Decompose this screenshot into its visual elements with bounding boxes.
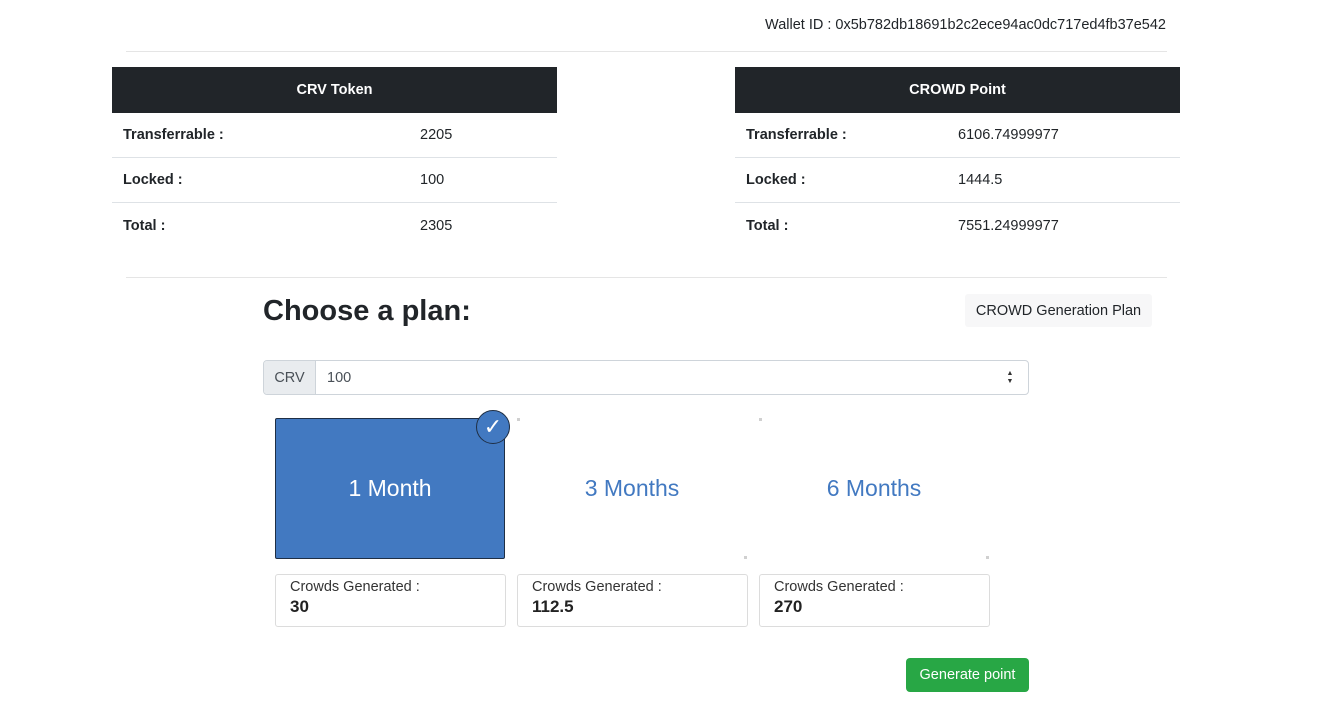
table-row: Transferrable : 2205 bbox=[112, 113, 557, 158]
page-title: Choose a plan: bbox=[263, 295, 471, 327]
row-label: Locked : bbox=[746, 172, 806, 188]
row-label: Locked : bbox=[123, 172, 183, 188]
crv-token-table: CRV Token Transferrable : 2205 Locked : … bbox=[112, 67, 557, 248]
row-label: Transferrable : bbox=[123, 127, 224, 143]
crv-amount-input[interactable] bbox=[316, 361, 1002, 394]
row-label: Transferrable : bbox=[746, 127, 847, 143]
row-value: 7551.24999977 bbox=[958, 217, 1059, 234]
crowds-generated-label: Crowds Generated : bbox=[532, 579, 662, 595]
row-value: 1444.5 bbox=[958, 172, 1003, 188]
crowd-point-table: CROWD Point Transferrable : 6106.7499997… bbox=[735, 67, 1180, 248]
divider bbox=[126, 51, 1167, 52]
input-prefix: CRV bbox=[264, 361, 316, 394]
table-header: CRV Token bbox=[112, 67, 557, 113]
table-row: Locked : 100 bbox=[112, 158, 557, 203]
crowds-generated-box: Crowds Generated : 270 bbox=[759, 574, 990, 627]
divider bbox=[126, 277, 1167, 278]
table-row: Total : 7551.24999977 bbox=[735, 203, 1180, 248]
plan-option-3-months[interactable]: 3 Months bbox=[517, 418, 747, 559]
number-stepper[interactable]: ▲ ▼ bbox=[1002, 361, 1018, 394]
plan-option-6-months[interactable]: 6 Months bbox=[759, 418, 989, 559]
row-value: 2305 bbox=[420, 217, 453, 234]
wallet-id: Wallet ID : 0x5b782db18691b2c2ece94ac0dc… bbox=[765, 17, 1166, 33]
check-icon: ✓ bbox=[476, 410, 510, 444]
crowds-generated-box: Crowds Generated : 112.5 bbox=[517, 574, 748, 627]
row-value: 100 bbox=[420, 172, 445, 188]
row-value: 6106.74999977 bbox=[958, 127, 1059, 143]
crowds-generated-value: 30 bbox=[290, 597, 309, 616]
crowds-generated-label: Crowds Generated : bbox=[774, 579, 904, 595]
row-label: Total : bbox=[746, 217, 789, 234]
table-row: Total : 2305 bbox=[112, 203, 557, 248]
crowds-generated-label: Crowds Generated : bbox=[290, 579, 420, 595]
row-value: 2205 bbox=[420, 127, 453, 143]
table-header: CROWD Point bbox=[735, 67, 1180, 113]
crv-amount-input-group: CRV ▲ ▼ bbox=[263, 360, 1029, 395]
crowd-generation-plan-button[interactable]: CROWD Generation Plan bbox=[965, 294, 1152, 327]
row-label: Total : bbox=[123, 217, 166, 234]
crowds-generated-box: Crowds Generated : 30 bbox=[275, 574, 506, 627]
table-row: Transferrable : 6106.74999977 bbox=[735, 113, 1180, 158]
table-row: Locked : 1444.5 bbox=[735, 158, 1180, 203]
generate-point-button[interactable]: Generate point bbox=[906, 658, 1029, 692]
plan-option-1-month[interactable]: 1 Month bbox=[275, 418, 505, 559]
crowds-generated-value: 270 bbox=[774, 597, 803, 616]
crowds-generated-value: 112.5 bbox=[532, 597, 574, 616]
stepper-up-icon[interactable]: ▲ bbox=[1007, 370, 1014, 378]
stepper-down-icon[interactable]: ▼ bbox=[1007, 378, 1014, 386]
